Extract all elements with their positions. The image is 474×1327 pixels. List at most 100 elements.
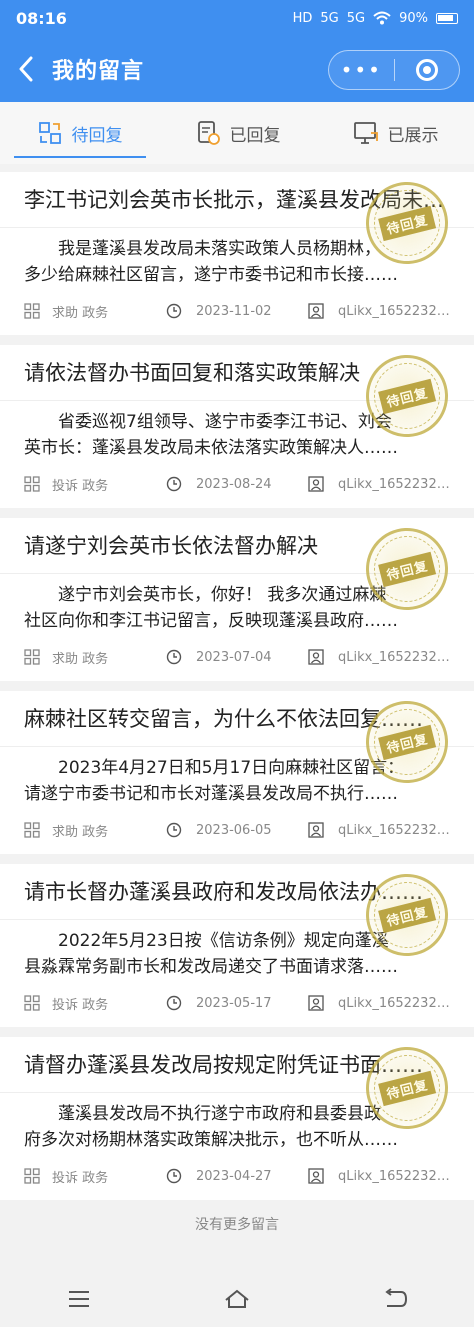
message-excerpt-line2: 县淼霖常务副市长和发改局递交了书面请求落…… bbox=[24, 957, 398, 977]
message-excerpt-line1: 2022年5月23日按《信访条例》规定向蓬溪 bbox=[58, 931, 389, 951]
more-button[interactable]: ••• bbox=[329, 58, 394, 82]
message-card[interactable]: 李江书记刘会英市长批示，蓬溪县发改局未落实政策人员杨期林…… 我是蓬溪县发改局未… bbox=[0, 172, 474, 335]
message-meta: 求助 政务 2023-07-04 qLikx_1652232… bbox=[24, 646, 456, 668]
message-user-label: qLikx_1652232… bbox=[338, 1168, 450, 1184]
pending-stamp-label: 待回复 bbox=[378, 724, 436, 760]
battery-level: 90% bbox=[399, 10, 428, 26]
message-excerpt-line2: 社区向你和李江书记留言，反映现蓬溪县政府…… bbox=[24, 611, 398, 631]
message-excerpt-line1: 省委巡视7组领导、遂宁市委李江书记、刘会 bbox=[58, 412, 392, 432]
nav-home-button[interactable] bbox=[158, 1287, 316, 1311]
nav-menu-button[interactable] bbox=[0, 1287, 158, 1311]
tab-bar: 待回复 已回复 已展示 bbox=[0, 102, 474, 164]
tab-replied[interactable]: 已回复 bbox=[158, 102, 316, 164]
page-title: 我的留言 bbox=[52, 59, 145, 84]
pending-stamp-label: 待回复 bbox=[378, 1070, 436, 1106]
system-nav-bar bbox=[0, 1270, 474, 1327]
message-card[interactable]: 请依法督办书面回复和落实政策解决 省委巡视7组领导、遂宁市委李江书记、刘会 英市… bbox=[0, 345, 474, 508]
message-meta: 求助 政务 2023-11-02 qLikx_1652232… bbox=[24, 300, 456, 322]
message-category-label: 投诉 政务 bbox=[52, 997, 109, 1013]
message-category: 求助 政务 bbox=[24, 648, 166, 667]
message-meta: 求助 政务 2023-06-05 qLikx_1652232… bbox=[24, 819, 456, 841]
tab-pending[interactable]: 待回复 bbox=[0, 102, 158, 164]
message-card[interactable]: 请督办蓬溪县发改局按规定附凭证书面…… 蓬溪县发改局不执行遂宁市政府和县委县政 … bbox=[0, 1037, 474, 1200]
home-icon bbox=[225, 1289, 249, 1308]
message-date-label: 2023-04-27 bbox=[196, 1168, 272, 1184]
message-date: 2023-06-05 bbox=[166, 822, 308, 838]
nav-back-button[interactable] bbox=[316, 1287, 474, 1311]
close-button[interactable] bbox=[395, 59, 460, 81]
message-user-label: qLikx_1652232… bbox=[338, 649, 450, 665]
back-button[interactable] bbox=[0, 36, 52, 102]
message-category-label: 求助 政务 bbox=[52, 651, 109, 667]
replied-icon bbox=[197, 121, 220, 145]
message-user: qLikx_1652232… bbox=[308, 649, 456, 665]
grid-icon bbox=[24, 476, 40, 492]
menu-icon bbox=[69, 1290, 89, 1307]
message-category-label: 求助 政务 bbox=[52, 305, 109, 321]
message-card[interactable]: 请市长督办蓬溪县政府和发改局依法办…… 2022年5月23日按《信访条例》规定向… bbox=[0, 864, 474, 1027]
message-date-label: 2023-05-17 bbox=[196, 995, 272, 1011]
message-excerpt-line1: 我是蓬溪县发改局未落实政策人员杨期林， bbox=[58, 239, 381, 259]
tab-pending-label: 待回复 bbox=[71, 125, 123, 146]
clock-icon bbox=[166, 822, 182, 838]
return-icon bbox=[385, 1287, 408, 1307]
signal-5g-2: 5G bbox=[346, 10, 366, 26]
message-user-label: qLikx_1652232… bbox=[338, 476, 450, 492]
user-icon bbox=[308, 476, 324, 492]
message-card[interactable]: 请遂宁刘会英市长依法督办解决 遂宁市刘会英市长，你好！ 我多次通过麻棘 社区向你… bbox=[0, 518, 474, 681]
tab-displayed-label: 已展示 bbox=[387, 125, 439, 146]
message-category: 投诉 政务 bbox=[24, 994, 166, 1013]
message-user: qLikx_1652232… bbox=[308, 1168, 456, 1184]
hd-indicator: HD bbox=[292, 10, 313, 26]
message-user: qLikx_1652232… bbox=[308, 476, 456, 492]
no-more-text: 没有更多留言 bbox=[195, 1217, 279, 1233]
message-date-label: 2023-11-02 bbox=[196, 303, 272, 319]
message-date: 2023-04-27 bbox=[166, 1168, 308, 1184]
status-time: 08:16 bbox=[16, 8, 67, 28]
message-date-label: 2023-08-24 bbox=[196, 476, 272, 492]
pending-stamp-label: 待回复 bbox=[378, 897, 436, 933]
signal-5g-1: 5G bbox=[320, 10, 339, 26]
tab-replied-label: 已回复 bbox=[229, 125, 281, 146]
message-category-label: 求助 政务 bbox=[52, 824, 109, 840]
message-category: 投诉 政务 bbox=[24, 475, 166, 494]
clock-icon bbox=[166, 476, 182, 492]
battery-icon bbox=[436, 12, 458, 24]
message-date: 2023-05-17 bbox=[166, 995, 308, 1011]
grid-icon bbox=[24, 649, 40, 665]
message-category-label: 投诉 政务 bbox=[52, 1170, 109, 1186]
message-excerpt-line2: 英市长：蓬溪县发改局未依法落实政策解决人…… bbox=[24, 438, 398, 458]
message-excerpt-line2: 请遂宁市委书记和市长对蓬溪县发改局不执行…… bbox=[24, 784, 398, 804]
status-icons: HD 5G 5G 90% bbox=[293, 11, 458, 26]
grid-icon bbox=[24, 822, 40, 838]
message-category: 求助 政务 bbox=[24, 302, 166, 321]
message-category: 求助 政务 bbox=[24, 821, 166, 840]
message-meta: 投诉 政务 2023-04-27 qLikx_1652232… bbox=[24, 1165, 456, 1187]
tab-displayed[interactable]: 已展示 bbox=[316, 102, 474, 164]
message-excerpt-line1: 蓬溪县发改局不执行遂宁市政府和县委县政 bbox=[58, 1104, 381, 1124]
message-date: 2023-08-24 bbox=[166, 476, 308, 492]
message-category-label: 投诉 政务 bbox=[52, 478, 109, 494]
message-excerpt-line2: 府多次对杨期林落实政策解决批示，也不听从…… bbox=[24, 1130, 398, 1150]
message-meta: 投诉 政务 2023-05-17 qLikx_1652232… bbox=[24, 992, 456, 1014]
status-bar: 08:16 HD 5G 5G 90% bbox=[0, 0, 474, 36]
message-excerpt-line1: 遂宁市刘会英市长，你好！ 我多次通过麻棘 bbox=[58, 585, 387, 605]
message-user-label: qLikx_1652232… bbox=[338, 822, 450, 838]
message-user: qLikx_1652232… bbox=[308, 303, 456, 319]
message-user-label: qLikx_1652232… bbox=[338, 995, 450, 1011]
pending-reply-icon bbox=[38, 122, 61, 144]
pending-stamp-label: 待回复 bbox=[378, 205, 436, 241]
message-list: 李江书记刘会英市长批示，蓬溪县发改局未落实政策人员杨期林…… 我是蓬溪县发改局未… bbox=[0, 172, 474, 1210]
message-date: 2023-11-02 bbox=[166, 303, 308, 319]
message-date: 2023-07-04 bbox=[166, 649, 308, 665]
message-category: 投诉 政务 bbox=[24, 1167, 166, 1186]
pending-stamp-label: 待回复 bbox=[378, 378, 436, 414]
clock-icon bbox=[166, 1168, 182, 1184]
user-icon bbox=[308, 822, 324, 838]
displayed-icon bbox=[353, 122, 378, 144]
mini-program-capsule: ••• bbox=[328, 50, 460, 90]
message-date-label: 2023-07-04 bbox=[196, 649, 272, 665]
grid-icon bbox=[24, 303, 40, 319]
message-card[interactable]: 麻棘社区转交留言，为什么不依法回复…… 2023年4月27日和5月17日向麻棘社… bbox=[0, 691, 474, 854]
app-header: 我的留言 ••• bbox=[0, 36, 474, 102]
